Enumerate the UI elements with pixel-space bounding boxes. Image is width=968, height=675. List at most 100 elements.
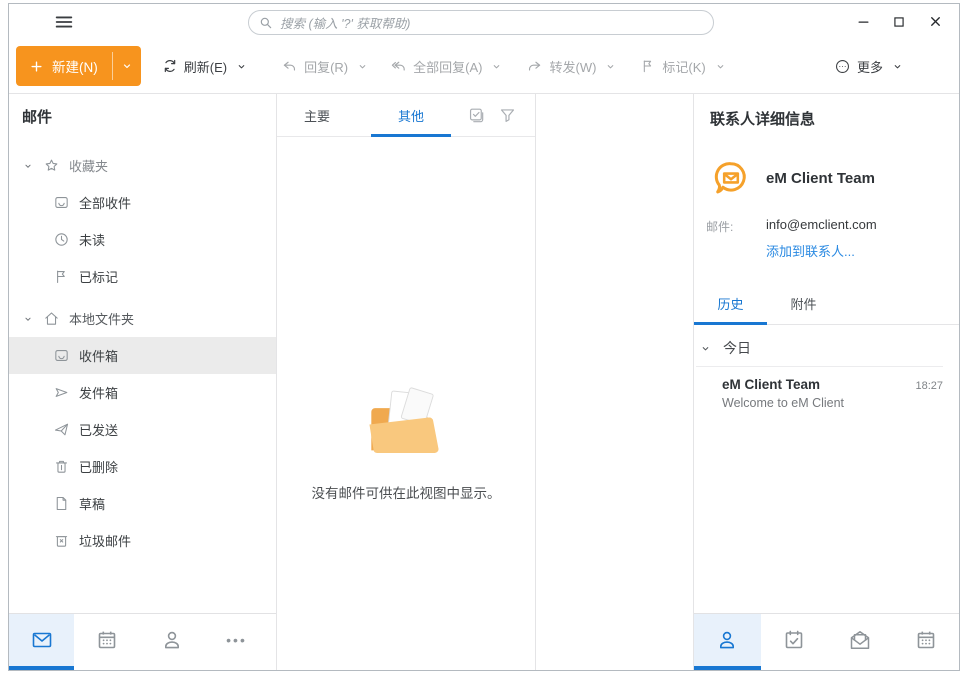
sidebar-item-flagged[interactable]: 已标记 bbox=[9, 258, 276, 295]
history-item[interactable]: eM Client Team 18:27 Welcome to eM Clien… bbox=[722, 377, 943, 410]
app-canvas: 搜索 (输入 '?' 获取帮助) 新建(N) bbox=[0, 0, 968, 675]
more-label: 更多 bbox=[857, 57, 883, 76]
chevron-down-icon[interactable] bbox=[605, 61, 616, 72]
refresh-label: 刷新(E) bbox=[184, 57, 227, 76]
local-folders-label: 本地文件夹 bbox=[69, 309, 134, 328]
history-item-sender: eM Client Team bbox=[722, 377, 915, 392]
detail-tab-agenda[interactable] bbox=[761, 614, 827, 670]
sidebar-item-sent[interactable]: 已发送 bbox=[9, 411, 276, 448]
contact-email: info@emclient.com bbox=[766, 217, 959, 232]
sidebar-title: 邮件 bbox=[9, 106, 276, 127]
history-item-subject: Welcome to eM Client bbox=[722, 396, 943, 410]
flag-icon bbox=[53, 268, 70, 285]
emclient-window: 搜索 (输入 '?' 获取帮助) 新建(N) bbox=[8, 3, 960, 671]
flag-button[interactable]: 标记(K) bbox=[640, 57, 725, 76]
more-button[interactable]: 更多 bbox=[834, 57, 903, 76]
tab-attachments[interactable]: 附件 bbox=[767, 286, 840, 324]
search-input[interactable]: 搜索 (输入 '?' 获取帮助) bbox=[248, 10, 714, 35]
sidebar-item-outbox[interactable]: 发件箱 bbox=[9, 374, 276, 411]
title-bar: 搜索 (输入 '?' 获取帮助) bbox=[9, 4, 959, 39]
tab-primary[interactable]: 主要 bbox=[299, 94, 335, 136]
filter-icon[interactable] bbox=[498, 106, 517, 125]
maximize-button[interactable] bbox=[885, 9, 913, 35]
new-button: 新建(N) bbox=[16, 46, 141, 86]
detail-tab-contact[interactable] bbox=[694, 614, 761, 670]
refresh-button[interactable]: 刷新(E) bbox=[162, 57, 247, 76]
person-icon bbox=[715, 628, 739, 652]
select-messages-icon[interactable] bbox=[467, 106, 486, 125]
empty-folder-icon bbox=[361, 385, 451, 465]
ellipsis-icon: ••• bbox=[226, 632, 247, 648]
email-field-label: 邮件: bbox=[706, 217, 766, 235]
forward-button[interactable]: 转发(W) bbox=[526, 57, 616, 76]
reply-all-button[interactable]: 全部回复(A) bbox=[390, 57, 502, 76]
module-bar-left: ••• bbox=[9, 613, 276, 670]
chevron-down-icon[interactable] bbox=[236, 61, 247, 72]
calendar-icon bbox=[914, 628, 938, 652]
empty-state-text: 没有邮件可供在此视图中显示。 bbox=[312, 482, 501, 502]
emclient-logo-icon bbox=[712, 159, 750, 197]
flag-icon bbox=[640, 58, 656, 74]
sidebar-item-all-inboxes[interactable]: 全部收件 bbox=[9, 184, 276, 221]
contact-detail-panel: 联系人详细信息 eM Client Team 邮件: info@emclient… bbox=[694, 94, 959, 670]
new-button-label: 新建(N) bbox=[52, 56, 98, 76]
sidebar-item-inbox[interactable]: 收件箱 bbox=[9, 337, 276, 374]
detail-tab-calendar[interactable] bbox=[893, 614, 959, 670]
sidebar-item-drafts[interactable]: 草稿 bbox=[9, 485, 276, 522]
reply-all-label: 全部回复(A) bbox=[413, 57, 482, 76]
search-icon bbox=[259, 16, 273, 30]
message-list-column: 主要 其他 bbox=[277, 94, 536, 670]
history-divider bbox=[696, 366, 943, 367]
local-folders-group[interactable]: 本地文件夹 bbox=[9, 300, 276, 337]
new-dropdown-button[interactable] bbox=[113, 46, 141, 86]
main-toolbar: 新建(N) 刷新(E) 回复(R) bbox=[9, 39, 959, 94]
contact-panel-tabs: 历史 附件 bbox=[694, 286, 959, 325]
chevron-down-icon[interactable] bbox=[491, 61, 502, 72]
window-controls bbox=[849, 4, 949, 39]
module-tab-more[interactable]: ••• bbox=[204, 614, 269, 670]
calendar-icon bbox=[95, 628, 119, 652]
reply-label: 回复(R) bbox=[304, 57, 348, 76]
chevron-down-icon[interactable] bbox=[700, 343, 711, 354]
minimize-button[interactable] bbox=[849, 9, 877, 35]
contact-panel-title: 联系人详细信息 bbox=[694, 108, 959, 129]
folder-tree: 邮件 收藏夹 全部收件 bbox=[9, 94, 276, 613]
plus-icon bbox=[29, 59, 44, 74]
inbox-tray-icon bbox=[53, 194, 70, 211]
chevron-down-icon[interactable] bbox=[22, 314, 34, 324]
history-item-time: 18:27 bbox=[915, 380, 943, 392]
module-tab-mail[interactable] bbox=[9, 614, 74, 670]
sidebar-item-trash[interactable]: 已删除 bbox=[9, 448, 276, 485]
folder-sidebar: 邮件 收藏夹 全部收件 bbox=[9, 94, 277, 670]
close-button[interactable] bbox=[921, 9, 949, 35]
task-check-icon bbox=[782, 628, 806, 652]
add-to-contacts-link[interactable]: 添加到联系人... bbox=[766, 241, 959, 260]
favorites-group[interactable]: 收藏夹 bbox=[9, 147, 276, 184]
tab-other[interactable]: 其他 bbox=[393, 94, 429, 136]
forward-icon bbox=[526, 58, 543, 75]
search-placeholder: 搜索 (输入 '?' 获取帮助) bbox=[280, 13, 410, 32]
chevron-down-icon[interactable] bbox=[892, 61, 903, 72]
sidebar-item-junk[interactable]: 垃圾邮件 bbox=[9, 522, 276, 559]
module-tab-contacts[interactable] bbox=[139, 614, 204, 670]
new-button-main[interactable]: 新建(N) bbox=[16, 46, 112, 86]
detail-tab-mail-history[interactable] bbox=[827, 614, 893, 670]
history-group-today[interactable]: 今日 bbox=[700, 338, 959, 358]
message-list-tabs: 主要 其他 bbox=[277, 94, 535, 137]
history-group-label: 今日 bbox=[723, 338, 751, 358]
inbox-tray-icon bbox=[53, 347, 70, 364]
mail-envelope-icon bbox=[30, 628, 54, 652]
chevron-down-icon[interactable] bbox=[715, 61, 726, 72]
content-area: 邮件 收藏夹 全部收件 bbox=[9, 94, 959, 670]
module-tab-calendar[interactable] bbox=[74, 614, 139, 670]
chevron-down-icon[interactable] bbox=[357, 61, 368, 72]
favorites-label: 收藏夹 bbox=[69, 156, 108, 175]
sidebar-item-unread[interactable]: 未读 bbox=[9, 221, 276, 258]
contact-name: eM Client Team bbox=[766, 170, 875, 187]
tab-history[interactable]: 历史 bbox=[694, 286, 767, 324]
more-circle-icon bbox=[834, 58, 851, 75]
star-icon bbox=[43, 157, 60, 174]
chevron-down-icon[interactable] bbox=[22, 161, 34, 171]
menu-hamburger-icon[interactable] bbox=[49, 10, 79, 34]
reply-button[interactable]: 回复(R) bbox=[281, 57, 368, 76]
